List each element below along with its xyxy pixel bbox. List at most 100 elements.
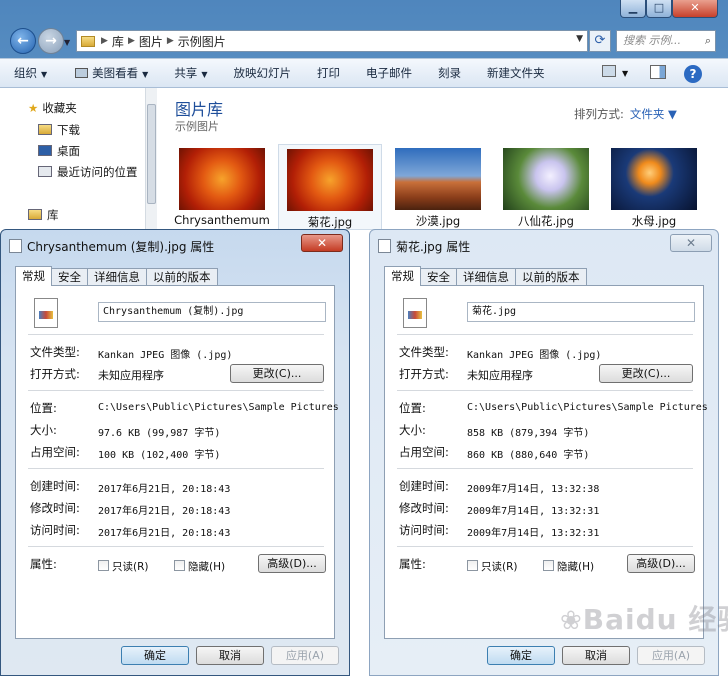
created-value: 2009年7月14日, 13:32:38	[467, 484, 600, 495]
filename-field[interactable]: Chrysanthemum (复制).jpg	[98, 302, 326, 322]
tab-strip: 常规 安全 详细信息 以前的版本	[384, 266, 587, 286]
tab-details[interactable]: 详细信息	[456, 268, 516, 286]
ok-button[interactable]: 确定	[487, 646, 555, 665]
address-dropdown-icon[interactable]: ▼	[576, 34, 583, 44]
print-button[interactable]: 打印	[317, 65, 340, 81]
advanced-button[interactable]: 高级(D)...	[627, 554, 695, 573]
image-viewer-icon	[75, 68, 89, 78]
preview-pane-icon[interactable]	[650, 65, 666, 79]
new-folder-button[interactable]: 新建文件夹	[487, 65, 545, 81]
dialog-title: Chrysanthemum (复制).jpg 属性	[9, 238, 214, 255]
nav-desktop[interactable]: 桌面	[38, 143, 80, 159]
opens-with-label: 打开方式:	[30, 367, 80, 381]
file-type-value: Kankan JPEG 图像 (.jpg)	[467, 350, 602, 361]
search-input[interactable]: 搜索 示例... ⌕	[616, 30, 716, 52]
readonly-checkbox[interactable]: 只读(R)	[467, 559, 518, 574]
chrysanthemum-image	[287, 149, 373, 211]
tab-general[interactable]: 常规	[15, 266, 52, 286]
preview-menu[interactable]: 美图看看 ▼	[75, 65, 148, 81]
divider	[28, 390, 324, 391]
thumbnail-item[interactable]: 八仙花.jpg	[494, 144, 598, 230]
apply-button[interactable]: 应用(A)	[271, 646, 339, 665]
chevron-right-icon[interactable]: ▶	[167, 36, 174, 46]
opens-with-value: 未知应用程序	[467, 369, 533, 382]
nav-favorites[interactable]: ★ 收藏夹	[28, 100, 77, 116]
thumbnail-item[interactable]: 菊花.jpg	[278, 144, 382, 230]
filename-field[interactable]: 菊花.jpg	[467, 302, 695, 322]
tab-general[interactable]: 常规	[384, 266, 421, 286]
command-bar: 组织 ▼ 美图看看 ▼ 共享 ▼ 放映幻灯片 打印 电子邮件 刻录 新建文件夹 ▼ ?	[0, 58, 728, 88]
modified-label: 修改时间:	[399, 501, 449, 515]
history-dropdown-icon[interactable]: ▼	[64, 38, 70, 47]
general-panel: 菊花.jpg 文件类型: Kankan JPEG 图像 (.jpg) 打开方式:…	[384, 285, 708, 639]
address-bar[interactable]: ▶ 库 ▶ 图片 ▶ 示例图片 ▼	[76, 30, 588, 52]
breadcrumb-libraries[interactable]: 库	[112, 33, 124, 50]
organize-menu[interactable]: 组织 ▼	[14, 65, 47, 81]
title-bar: ▁ □ ✕	[0, 0, 728, 22]
file-icon	[378, 239, 391, 253]
forward-button[interactable]: →	[38, 28, 64, 54]
tab-previous-versions[interactable]: 以前的版本	[146, 268, 218, 286]
chevron-right-icon[interactable]: ▶	[101, 36, 108, 46]
refresh-button[interactable]: ⟳	[589, 30, 611, 52]
divider	[28, 546, 324, 547]
arrange-dropdown[interactable]: 文件夹 ▼	[630, 107, 677, 121]
divider	[397, 390, 693, 391]
size-on-disk-label: 占用空间:	[30, 445, 80, 459]
cancel-button[interactable]: 取消	[562, 646, 630, 665]
breadcrumb-pictures[interactable]: 图片	[139, 33, 163, 50]
tab-previous-versions[interactable]: 以前的版本	[515, 268, 587, 286]
thumbnail-item[interactable]: 水母.jpg	[602, 144, 706, 230]
share-menu[interactable]: 共享 ▼	[174, 65, 207, 81]
close-button[interactable]: ✕	[301, 234, 343, 252]
close-button[interactable]: ✕	[672, 0, 718, 18]
tab-details[interactable]: 详细信息	[87, 268, 147, 286]
tab-strip: 常规 安全 详细信息 以前的版本	[15, 266, 218, 286]
accessed-value: 2009年7月14日, 13:32:31	[467, 528, 600, 539]
thumbnail-item[interactable]: 沙漠.jpg	[386, 144, 490, 230]
readonly-checkbox[interactable]: 只读(R)	[98, 559, 149, 574]
paw-icon: ❀	[560, 606, 583, 636]
divider	[397, 468, 693, 469]
burn-button[interactable]: 刻录	[438, 65, 461, 81]
cancel-button[interactable]: 取消	[196, 646, 264, 665]
view-dropdown-icon[interactable]: ▼	[622, 69, 628, 78]
hidden-checkbox[interactable]: 隐藏(H)	[174, 559, 225, 574]
thumbnail-item[interactable]: Chrysanthemum	[170, 144, 274, 230]
help-icon[interactable]: ?	[684, 65, 702, 83]
size-on-disk-value: 860 KB (880,640 字节)	[467, 450, 590, 461]
minimize-button[interactable]: ▁	[620, 0, 646, 18]
nav-downloads[interactable]: 下载	[38, 122, 80, 138]
scroll-thumb[interactable]	[147, 104, 156, 204]
tab-security[interactable]: 安全	[420, 268, 457, 286]
divider	[397, 546, 693, 547]
slideshow-button[interactable]: 放映幻灯片	[233, 65, 291, 81]
search-icon[interactable]: ⌕	[705, 31, 711, 51]
baidu-watermark: ❀Baidu 经验	[560, 603, 728, 636]
nav-scrollbar[interactable]	[145, 88, 157, 238]
tab-security[interactable]: 安全	[51, 268, 88, 286]
nav-libraries[interactable]: 库	[28, 207, 59, 223]
maximize-button[interactable]: □	[646, 0, 672, 18]
change-button[interactable]: 更改(C)...	[230, 364, 324, 383]
chevron-right-icon[interactable]: ▶	[128, 36, 135, 46]
size-label: 大小:	[30, 423, 57, 437]
change-button[interactable]: 更改(C)...	[599, 364, 693, 383]
email-button[interactable]: 电子邮件	[366, 65, 412, 81]
divider	[28, 468, 324, 469]
close-button[interactable]: ✕	[670, 234, 712, 252]
breadcrumb-sample-pictures[interactable]: 示例图片	[178, 33, 226, 50]
advanced-button[interactable]: 高级(D)...	[258, 554, 326, 573]
modified-label: 修改时间:	[30, 501, 80, 515]
thumbnail-grid: Chrysanthemum 菊花.jpg 沙漠.jpg 八仙花.jpg 水母.j…	[170, 144, 720, 234]
nav-recent[interactable]: 最近访问的位置	[38, 164, 138, 180]
modified-value: 2009年7月14日, 13:32:31	[467, 506, 600, 517]
file-type-label: 文件类型:	[399, 345, 449, 359]
apply-button[interactable]: 应用(A)	[637, 646, 705, 665]
ok-button[interactable]: 确定	[121, 646, 189, 665]
desert-image	[395, 148, 481, 210]
back-button[interactable]: ←	[10, 28, 36, 54]
search-placeholder: 搜索 示例...	[623, 34, 681, 47]
hidden-checkbox[interactable]: 隐藏(H)	[543, 559, 594, 574]
change-view-icon[interactable]	[602, 65, 616, 77]
